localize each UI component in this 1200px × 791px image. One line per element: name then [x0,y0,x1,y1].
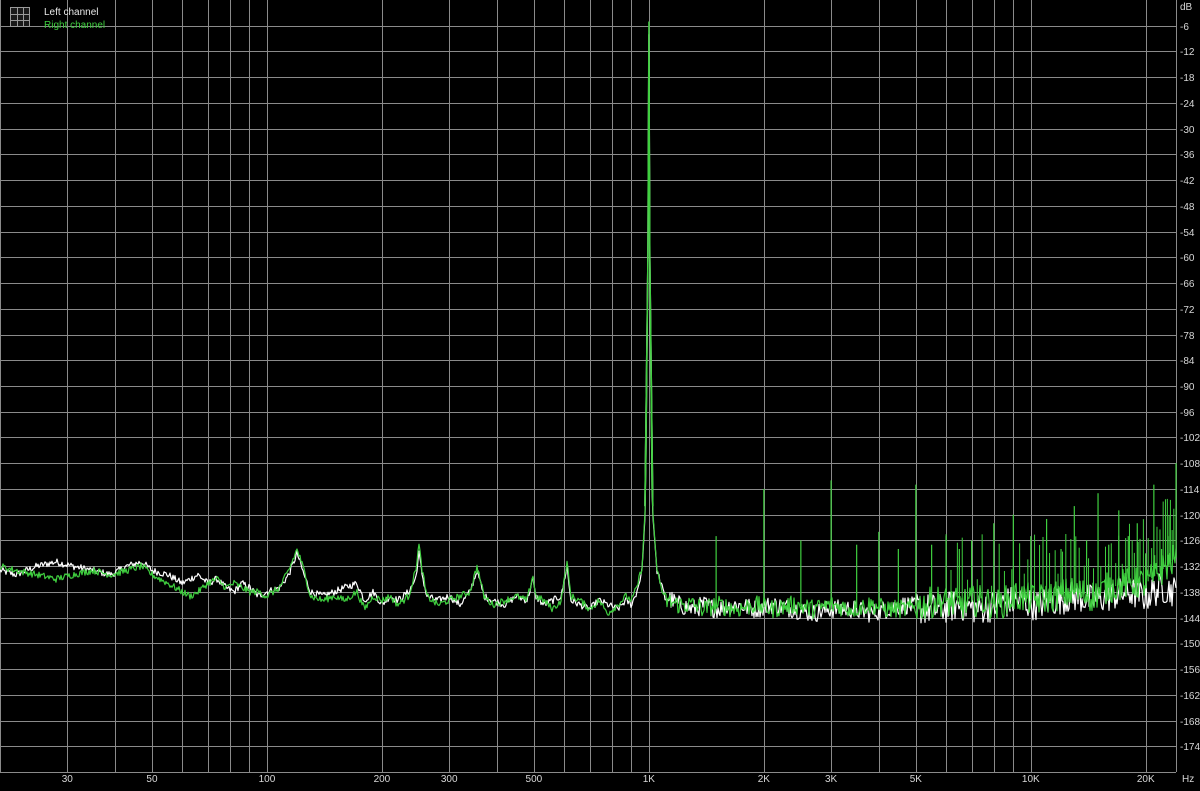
y-tick-label: -126 [1180,536,1200,547]
y-tick-label: -108 [1180,459,1200,470]
legend-grid-icon [10,7,30,27]
y-tick-label: -90 [1180,382,1195,393]
y-tick-label: -66 [1180,279,1195,290]
y-tick-label: -24 [1180,99,1195,110]
x-tick-label: 500 [526,774,543,785]
legend[interactable]: Left channel Right channel [10,6,105,32]
x-tick-label: 200 [374,774,391,785]
spectrum-chart: -6 -12 -18 -24 -30 -36 -42 -48 -54 -60 -66 -72 -78 -8… [0,0,1200,786]
y-tick-label: -132 [1180,562,1200,573]
y-tick-label: -12 [1180,47,1195,58]
y-tick-label: -120 [1180,511,1200,522]
y-tick-label: -42 [1180,176,1195,187]
spectrum-plot: -6 -12 -18 -24 -30 -36 -42 -48 -54 -60 -66 -72 -78 -8… [0,0,1200,786]
x-tick-label: 3K [825,774,838,785]
x-tick-label: 10K [1022,774,1040,785]
x-tick-label: 300 [441,774,458,785]
y-tick-label: -138 [1180,588,1200,599]
legend-left-channel: Left channel [44,7,99,18]
legend-right-channel: Right channel [44,20,106,31]
y-tick-label: -96 [1180,408,1195,419]
y-tick-label: -150 [1180,639,1200,650]
x-tick-label: 50 [146,774,158,785]
x-axis-unit: Hz [1182,774,1194,785]
y-tick-label: -36 [1180,150,1195,161]
y-tick-label: -6 [1180,22,1189,33]
chart-background [0,0,1200,786]
y-axis-unit: dB [1180,2,1193,13]
y-tick-label: -156 [1180,665,1200,676]
x-tick-label: 2K [758,774,771,785]
y-tick-label: -114 [1180,485,1200,496]
y-tick-label: -102 [1180,433,1200,444]
y-tick-label: -174 [1180,742,1200,753]
y-tick-label: -84 [1180,356,1195,367]
x-tick-label: 30 [62,774,74,785]
y-tick-label: -54 [1180,228,1195,239]
y-tick-label: -30 [1180,125,1195,136]
y-tick-label: -72 [1180,305,1195,316]
x-tick-label: 100 [259,774,276,785]
y-tick-label: -78 [1180,331,1195,342]
y-tick-label: -162 [1180,691,1200,702]
y-tick-label: -60 [1180,253,1195,264]
x-tick-label: 5K [910,774,923,785]
y-tick-label: -144 [1180,614,1200,625]
y-tick-label: -48 [1180,202,1195,213]
x-tick-label: 1K [643,774,656,785]
y-tick-label: -18 [1180,73,1195,84]
x-tick-label: 20K [1137,774,1155,785]
y-tick-label: -168 [1180,717,1200,728]
